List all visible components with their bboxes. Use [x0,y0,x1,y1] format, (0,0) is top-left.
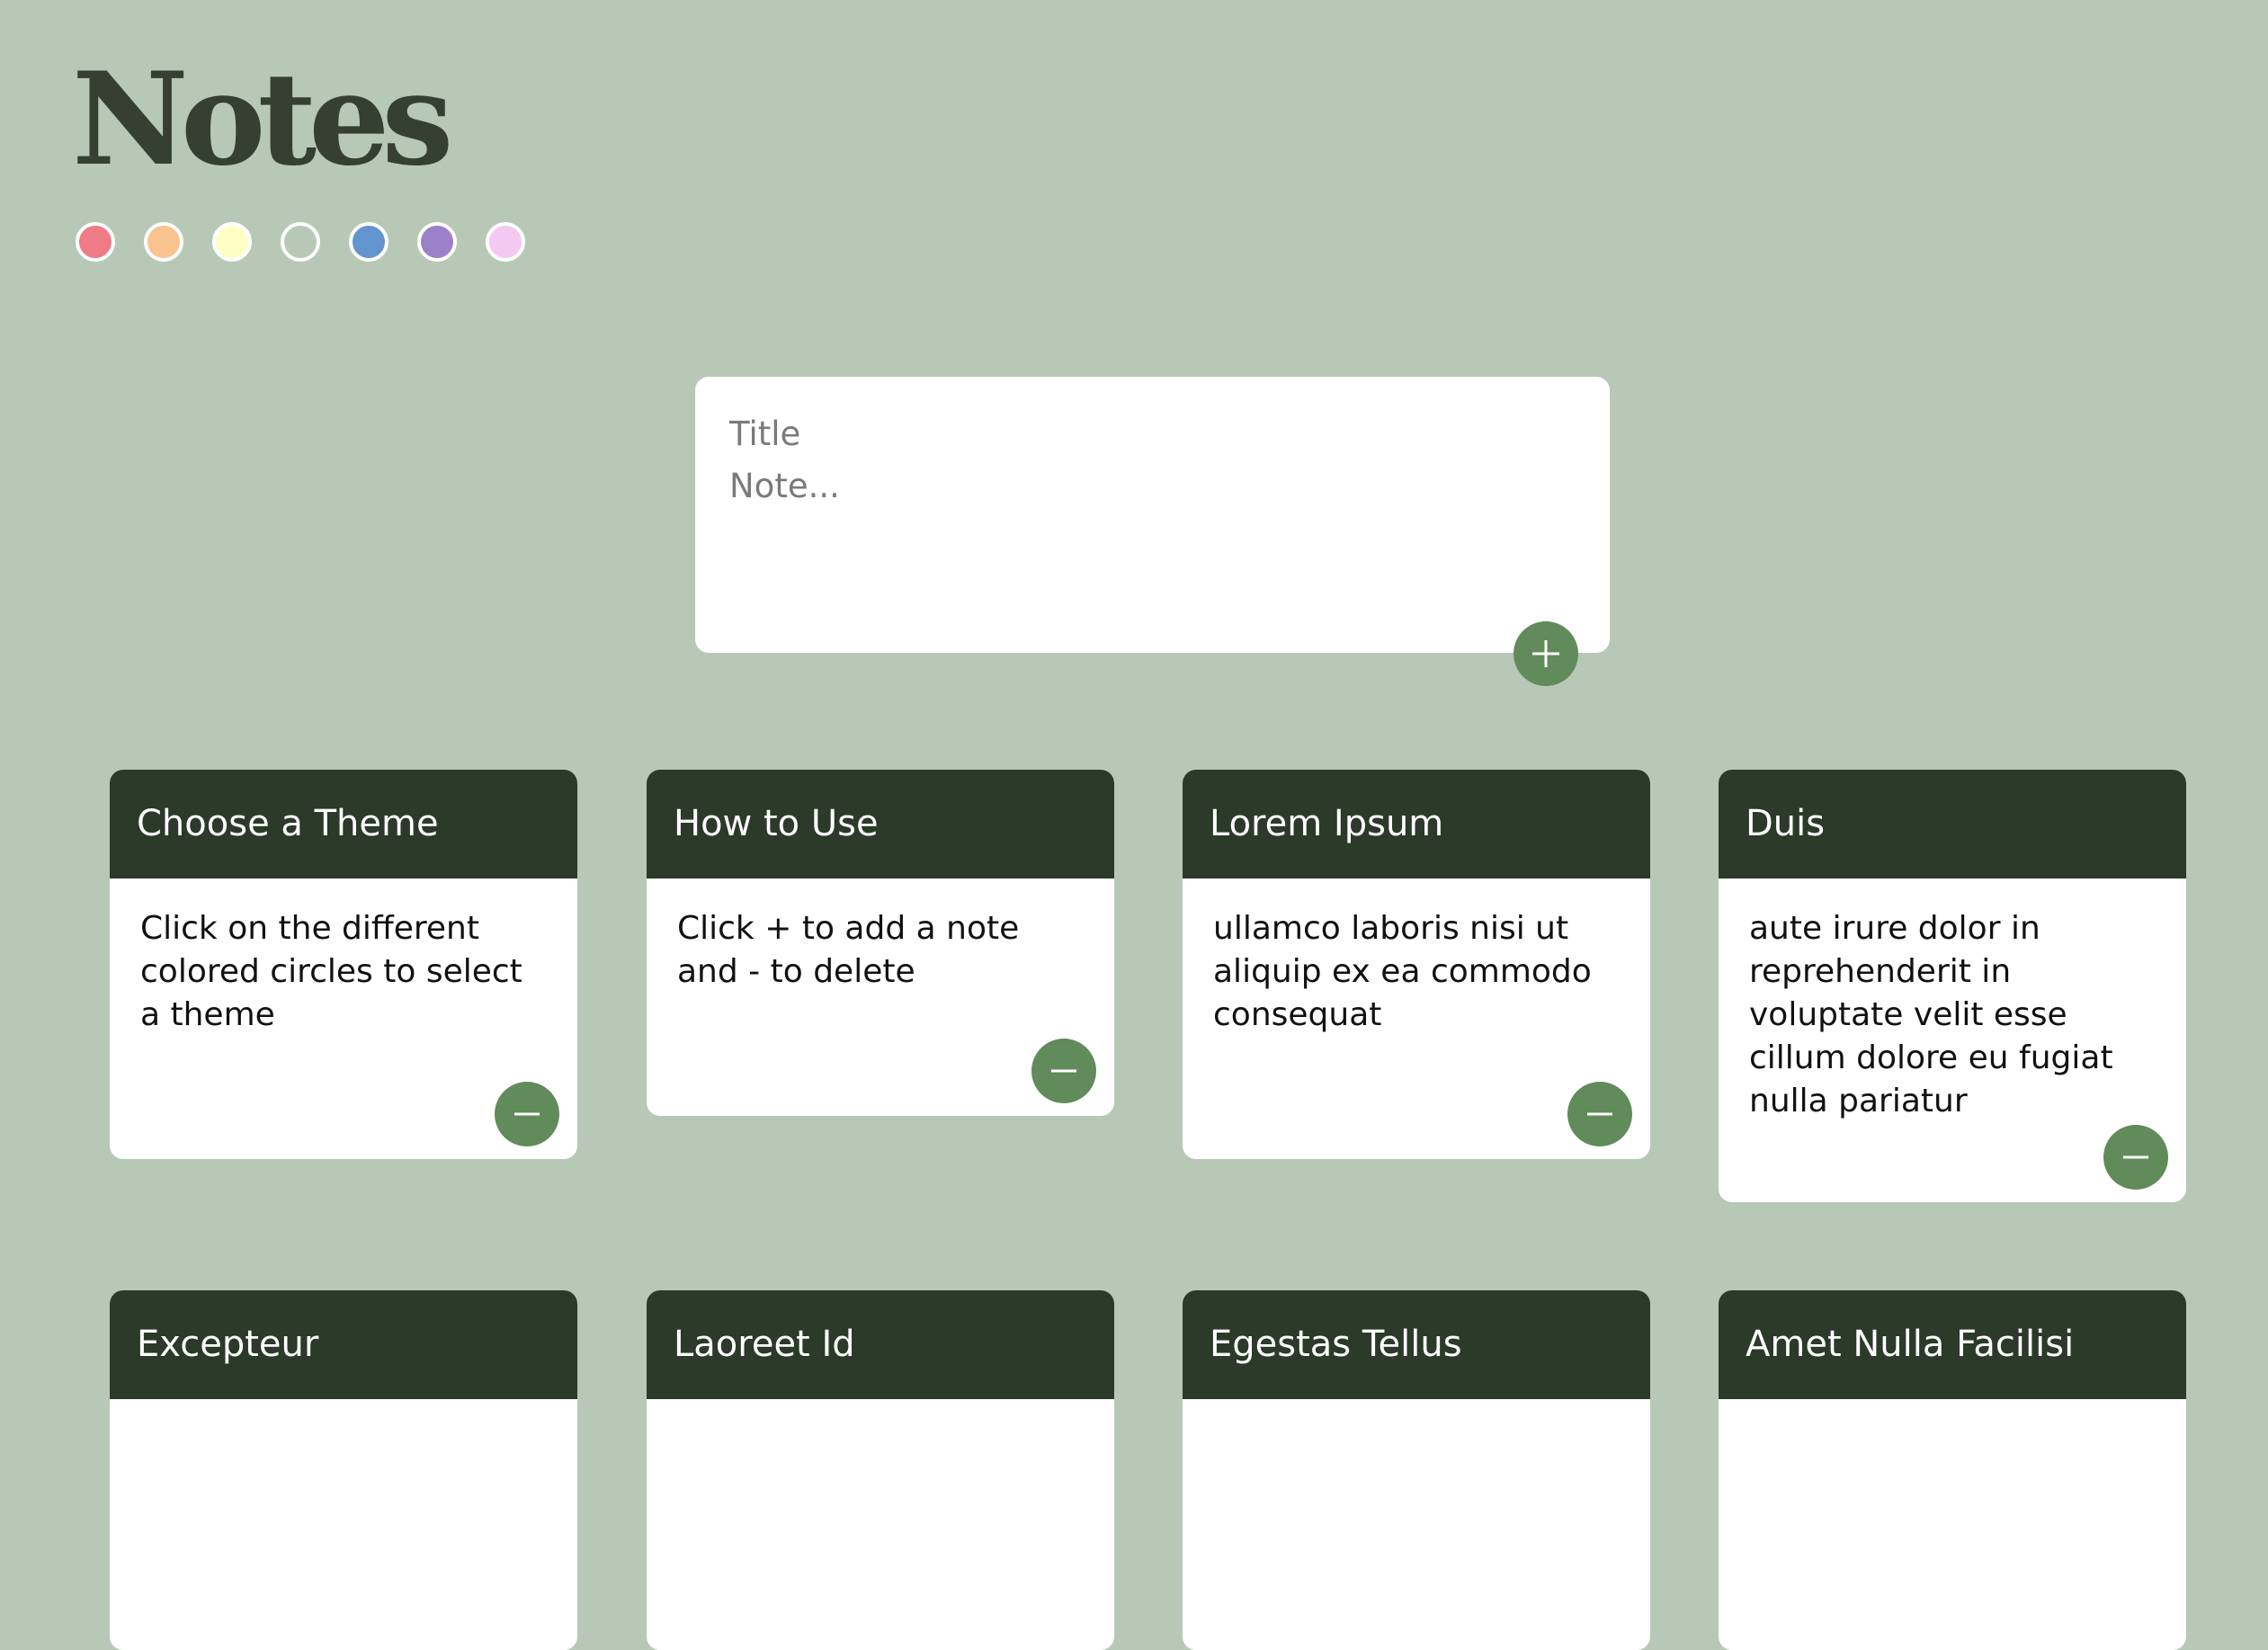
note-body: Click + to add a note and - to delete [677,910,1020,990]
page-title: Notes [72,45,453,194]
note-title-input[interactable] [729,407,1576,459]
note-title: How to Use [647,770,1114,879]
delete-note-button[interactable] [1567,1082,1632,1146]
theme-purple-circle[interactable] [417,222,457,262]
note-composer [695,377,1610,653]
note-body: aute irure dolor in reprehenderit in vol… [1749,910,2113,1119]
note-card: Amet Nulla Facilisi [1719,1290,2186,1650]
note-card: Excepteur [110,1290,577,1650]
note-title: Amet Nulla Facilisi [1719,1290,2186,1399]
delete-note-button[interactable] [495,1082,559,1146]
note-title: Choose a Theme [110,770,577,879]
theme-orange-circle[interactable] [144,222,183,262]
note-title: Laoreet Id [647,1290,1114,1399]
note-title: Excepteur [110,1290,577,1399]
theme-red-circle[interactable] [76,222,115,262]
note-body-input[interactable] [729,467,1576,539]
note-card: Laoreet Id [647,1290,1114,1650]
add-note-button[interactable] [1513,621,1578,686]
note-title: Egestas Tellus [1183,1290,1650,1399]
note-title: Duis [1719,770,2186,879]
theme-sage-circle[interactable] [281,222,320,262]
delete-note-button[interactable] [1031,1039,1096,1103]
note-title: Lorem Ipsum [1183,770,1650,879]
note-card: Choose a Theme Click on the different co… [110,770,577,1159]
note-body: Click on the different colored circles t… [140,910,522,1033]
theme-yellow-circle[interactable] [212,222,252,262]
note-body: ullamco laboris nisi ut aliquip ex ea co… [1213,910,1592,1033]
note-card: How to Use Click + to add a note and - t… [647,770,1114,1116]
delete-note-button[interactable] [2103,1125,2168,1190]
note-card: Egestas Tellus [1183,1290,1650,1650]
note-card: Duis aute irure dolor in reprehenderit i… [1719,770,2186,1202]
theme-pink-circle[interactable] [486,222,525,262]
theme-picker [76,222,525,262]
note-card: Lorem Ipsum ullamco laboris nisi ut aliq… [1183,770,1650,1159]
theme-blue-circle[interactable] [349,222,388,262]
